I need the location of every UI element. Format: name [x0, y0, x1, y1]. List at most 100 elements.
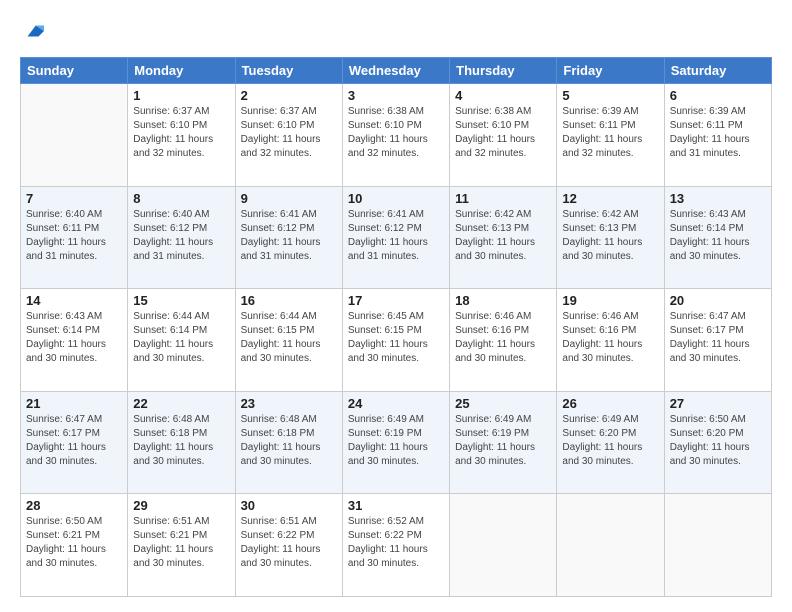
day-info: Sunrise: 6:50 AM Sunset: 6:21 PM Dayligh… [26, 515, 122, 571]
calendar-cell: 4 Sunrise: 6:38 AM Sunset: 6:10 PM Daylig… [450, 84, 557, 187]
day-info: Sunrise: 6:49 AM Sunset: 6:19 PM Dayligh… [455, 413, 551, 469]
day-number: 23 [241, 396, 337, 411]
calendar-week-2: 7 Sunrise: 6:40 AM Sunset: 6:11 PM Daylig… [21, 186, 772, 289]
day-number: 30 [241, 498, 337, 513]
calendar-cell: 2 Sunrise: 6:37 AM Sunset: 6:10 PM Daylig… [235, 84, 342, 187]
calendar-cell: 20 Sunrise: 6:47 AM Sunset: 6:17 PM Dayli… [664, 289, 771, 392]
day-number: 7 [26, 191, 122, 206]
day-info: Sunrise: 6:38 AM Sunset: 6:10 PM Dayligh… [455, 105, 551, 161]
calendar-cell: 16Sunrise: 6:44 AM Sunset: 6:15 PM Dayli… [235, 289, 342, 392]
day-info: Sunrise: 6:50 AM Sunset: 6:20 PM Dayligh… [670, 413, 766, 469]
calendar-cell: 11 Sunrise: 6:42 AM Sunset: 6:13 PM Dayli… [450, 186, 557, 289]
day-number: 28 [26, 498, 122, 513]
header [20, 20, 772, 47]
day-number: 10 [348, 191, 444, 206]
day-info: Sunrise: 6:46 AM Sunset: 6:16 PM Dayligh… [455, 310, 551, 366]
day-number: 1 [133, 88, 229, 103]
calendar-cell: 8 Sunrise: 6:40 AM Sunset: 6:12 PM Daylig… [128, 186, 235, 289]
day-number: 5 [562, 88, 658, 103]
day-number: 18 [455, 293, 551, 308]
day-number: 4 [455, 88, 551, 103]
logo [20, 20, 44, 47]
day-number: 16 [241, 293, 337, 308]
calendar-week-3: 14 Sunrise: 6:43 AM Sunset: 6:14 PM Dayli… [21, 289, 772, 392]
calendar-cell: 1Sunrise: 6:37 AM Sunset: 6:10 PM Daylig… [128, 84, 235, 187]
calendar-cell: 30 Sunrise: 6:51 AM Sunset: 6:22 PM Dayli… [235, 494, 342, 597]
day-number: 14 [26, 293, 122, 308]
calendar-cell: 23 Sunrise: 6:48 AM Sunset: 6:18 PM Dayli… [235, 391, 342, 494]
calendar-week-4: 21 Sunrise: 6:47 AM Sunset: 6:17 PM Dayli… [21, 391, 772, 494]
day-info: Sunrise: 6:47 AM Sunset: 6:17 PM Dayligh… [670, 310, 766, 366]
calendar-cell: 31Sunrise: 6:52 AM Sunset: 6:22 PM Dayli… [342, 494, 449, 597]
calendar-cell: 27 Sunrise: 6:50 AM Sunset: 6:20 PM Dayli… [664, 391, 771, 494]
day-number: 6 [670, 88, 766, 103]
day-number: 21 [26, 396, 122, 411]
calendar-cell: 24Sunrise: 6:49 AM Sunset: 6:19 PM Dayli… [342, 391, 449, 494]
calendar-cell [557, 494, 664, 597]
day-info: Sunrise: 6:46 AM Sunset: 6:16 PM Dayligh… [562, 310, 658, 366]
day-number: 11 [455, 191, 551, 206]
day-header-saturday: Saturday [664, 58, 771, 84]
calendar-cell: 22 Sunrise: 6:48 AM Sunset: 6:18 PM Dayli… [128, 391, 235, 494]
calendar-cell: 17Sunrise: 6:45 AM Sunset: 6:15 PM Dayli… [342, 289, 449, 392]
calendar-cell: 13 Sunrise: 6:43 AM Sunset: 6:14 PM Dayli… [664, 186, 771, 289]
day-header-thursday: Thursday [450, 58, 557, 84]
calendar-cell [664, 494, 771, 597]
day-info: Sunrise: 6:51 AM Sunset: 6:22 PM Dayligh… [241, 515, 337, 571]
day-info: Sunrise: 6:39 AM Sunset: 6:11 PM Dayligh… [670, 105, 766, 161]
calendar-cell: 25 Sunrise: 6:49 AM Sunset: 6:19 PM Dayli… [450, 391, 557, 494]
calendar-cell: 26Sunrise: 6:49 AM Sunset: 6:20 PM Dayli… [557, 391, 664, 494]
day-number: 9 [241, 191, 337, 206]
calendar-cell [21, 84, 128, 187]
day-number: 31 [348, 498, 444, 513]
day-info: Sunrise: 6:48 AM Sunset: 6:18 PM Dayligh… [241, 413, 337, 469]
day-number: 13 [670, 191, 766, 206]
day-number: 24 [348, 396, 444, 411]
day-info: Sunrise: 6:43 AM Sunset: 6:14 PM Dayligh… [26, 310, 122, 366]
calendar-cell: 19Sunrise: 6:46 AM Sunset: 6:16 PM Dayli… [557, 289, 664, 392]
day-number: 3 [348, 88, 444, 103]
day-header-sunday: Sunday [21, 58, 128, 84]
day-number: 22 [133, 396, 229, 411]
calendar-cell: 6 Sunrise: 6:39 AM Sunset: 6:11 PM Daylig… [664, 84, 771, 187]
page: SundayMondayTuesdayWednesdayThursdayFrid… [0, 0, 792, 612]
day-info: Sunrise: 6:42 AM Sunset: 6:13 PM Dayligh… [562, 208, 658, 264]
day-info: Sunrise: 6:38 AM Sunset: 6:10 PM Dayligh… [348, 105, 444, 161]
calendar-cell: 5 Sunrise: 6:39 AM Sunset: 6:11 PM Daylig… [557, 84, 664, 187]
calendar-cell: 18 Sunrise: 6:46 AM Sunset: 6:16 PM Dayli… [450, 289, 557, 392]
day-info: Sunrise: 6:42 AM Sunset: 6:13 PM Dayligh… [455, 208, 551, 264]
day-info: Sunrise: 6:51 AM Sunset: 6:21 PM Dayligh… [133, 515, 229, 571]
day-info: Sunrise: 6:39 AM Sunset: 6:11 PM Dayligh… [562, 105, 658, 161]
day-number: 25 [455, 396, 551, 411]
day-number: 12 [562, 191, 658, 206]
day-info: Sunrise: 6:45 AM Sunset: 6:15 PM Dayligh… [348, 310, 444, 366]
day-info: Sunrise: 6:40 AM Sunset: 6:12 PM Dayligh… [133, 208, 229, 264]
calendar-cell: 15Sunrise: 6:44 AM Sunset: 6:14 PM Dayli… [128, 289, 235, 392]
day-info: Sunrise: 6:41 AM Sunset: 6:12 PM Dayligh… [348, 208, 444, 264]
day-header-friday: Friday [557, 58, 664, 84]
calendar-cell: 14 Sunrise: 6:43 AM Sunset: 6:14 PM Dayli… [21, 289, 128, 392]
day-number: 29 [133, 498, 229, 513]
day-info: Sunrise: 6:40 AM Sunset: 6:11 PM Dayligh… [26, 208, 122, 264]
calendar-cell: 7 Sunrise: 6:40 AM Sunset: 6:11 PM Daylig… [21, 186, 128, 289]
day-info: Sunrise: 6:48 AM Sunset: 6:18 PM Dayligh… [133, 413, 229, 469]
day-info: Sunrise: 6:41 AM Sunset: 6:12 PM Dayligh… [241, 208, 337, 264]
day-info: Sunrise: 6:43 AM Sunset: 6:14 PM Dayligh… [670, 208, 766, 264]
logo-icon [22, 20, 44, 42]
calendar-cell: 9 Sunrise: 6:41 AM Sunset: 6:12 PM Daylig… [235, 186, 342, 289]
calendar-week-1: 1 Sunrise: 6:37 AM Sunset: 6:10 PM Daylig… [21, 84, 772, 187]
calendar-cell [450, 494, 557, 597]
day-info: Sunrise: 6:37 AM Sunset: 6:10 PM Dayligh… [241, 105, 337, 161]
day-number: 26 [562, 396, 658, 411]
calendar-cell: 12 Sunrise: 6:42 AM Sunset: 6:13 PM Dayli… [557, 186, 664, 289]
calendar-week-5: 28 Sunrise: 6:50 AM Sunset: 6:21 PM Dayli… [21, 494, 772, 597]
calendar-cell: 28 Sunrise: 6:50 AM Sunset: 6:21 PM Dayli… [21, 494, 128, 597]
day-info: Sunrise: 6:47 AM Sunset: 6:17 PM Dayligh… [26, 413, 122, 469]
day-info: Sunrise: 6:44 AM Sunset: 6:14 PM Dayligh… [133, 310, 229, 366]
day-number: 8 [133, 191, 229, 206]
day-number: 2 [241, 88, 337, 103]
day-number: 27 [670, 396, 766, 411]
calendar-header-row: SundayMondayTuesdayWednesdayThursdayFrid… [21, 58, 772, 84]
day-number: 20 [670, 293, 766, 308]
day-header-monday: Monday [128, 58, 235, 84]
